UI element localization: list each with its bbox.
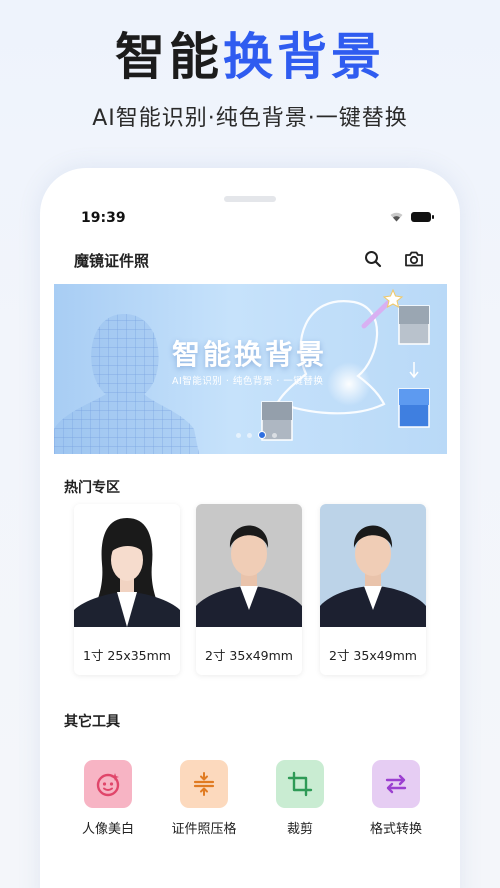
hot-section-title: 热门专区 bbox=[64, 480, 120, 496]
card-label: 1寸 25x35mm bbox=[83, 648, 171, 663]
carousel-dot[interactable] bbox=[236, 432, 241, 438]
tool-photo-compress[interactable]: 证件照压格 bbox=[164, 760, 244, 837]
tool-crop[interactable]: 裁剪 bbox=[260, 760, 340, 837]
card-label: 2寸 35x49mm bbox=[205, 648, 293, 663]
hero-title-part1: 智能 bbox=[115, 28, 223, 86]
phone-notch bbox=[224, 196, 276, 202]
tool-label: 证件照压格 bbox=[171, 822, 237, 837]
app-title: 魔镜证件照 bbox=[74, 252, 150, 270]
size-card-2inch-blue[interactable]: 2寸 35x49mm bbox=[320, 504, 426, 675]
status-time: 19:39 bbox=[81, 210, 126, 226]
crop-icon bbox=[276, 760, 324, 808]
tool-label: 格式转换 bbox=[369, 822, 422, 837]
status-icons bbox=[390, 212, 434, 222]
hero-subtitle: AI智能识别·纯色背景·一键替换 bbox=[92, 106, 408, 131]
carousel-dot-active[interactable] bbox=[258, 431, 266, 439]
size-card-1inch[interactable]: 1寸 25x35mm bbox=[74, 504, 180, 675]
id-photo bbox=[196, 504, 302, 627]
banner-title: 智能换背景 bbox=[172, 338, 328, 371]
tool-label: 裁剪 bbox=[286, 822, 313, 837]
card-label: 2寸 35x49mm bbox=[329, 648, 417, 663]
camera-icon bbox=[405, 251, 423, 267]
phone-screen: 19:39 魔镜证件照 智能换背景 AI智能识别 · 纯色背景 · 一键替换 热… bbox=[40, 168, 460, 888]
id-photo bbox=[74, 504, 180, 627]
hero-title: 智能换背景 bbox=[0, 22, 500, 92]
search-icon bbox=[365, 251, 382, 268]
size-card-2inch-grey[interactable]: 2寸 35x49mm bbox=[196, 504, 302, 675]
tool-format-convert[interactable]: 格式转换 bbox=[356, 760, 436, 837]
id-photo bbox=[320, 504, 426, 627]
swap-icon bbox=[372, 760, 420, 808]
compress-icon bbox=[180, 760, 228, 808]
tool-portrait-whitening[interactable]: 人像美白 bbox=[68, 760, 148, 837]
tools-section-title: 其它工具 bbox=[64, 714, 120, 730]
tool-label: 人像美白 bbox=[81, 822, 134, 837]
search-button[interactable] bbox=[362, 248, 384, 270]
battery-icon bbox=[411, 212, 434, 222]
banner-subtitle: AI智能识别 · 纯色背景 · 一键替换 bbox=[172, 376, 324, 387]
carousel-dot[interactable] bbox=[247, 432, 252, 438]
wifi-icon bbox=[390, 212, 403, 222]
face-icon bbox=[84, 760, 132, 808]
promo-banner[interactable]: 智能换背景 AI智能识别 · 纯色背景 · 一键替换 bbox=[54, 284, 447, 454]
hero-title-part2: 换背景 bbox=[223, 28, 385, 86]
carousel-dot[interactable] bbox=[272, 432, 277, 438]
carousel-indicator[interactable] bbox=[236, 431, 277, 439]
camera-button[interactable] bbox=[403, 248, 425, 270]
